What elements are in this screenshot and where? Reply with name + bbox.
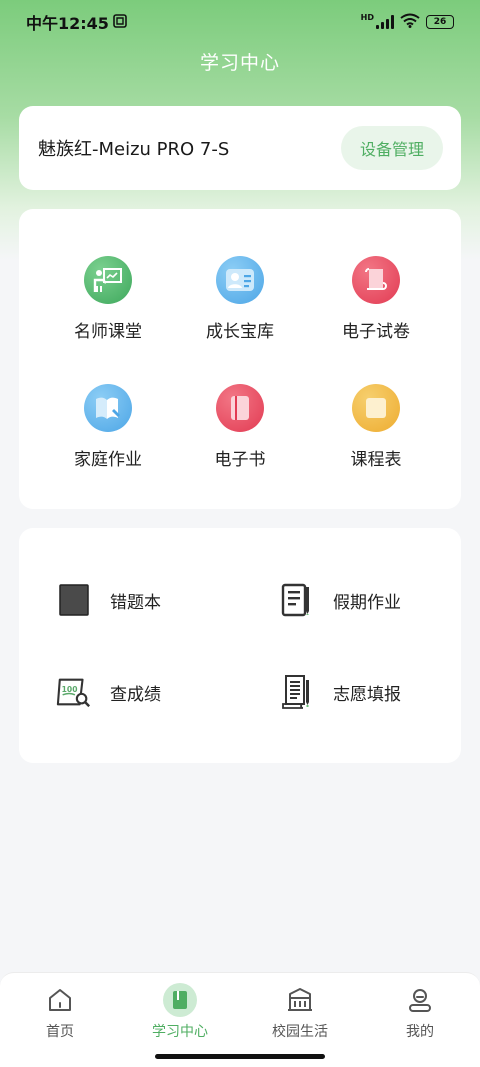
grid-item-teacher-class[interactable]: 名师课堂 (38, 256, 178, 356)
page-title: 学习中心 (199, 52, 280, 74)
list-item-check-scores[interactable]: 100 查成绩 (56, 672, 161, 712)
list-item-application[interactable]: 志愿填报 (279, 672, 401, 712)
user-icon (403, 983, 437, 1017)
list-label: 假期作业 (333, 592, 401, 613)
score-badge: 100 (62, 685, 78, 694)
document-pen-icon (279, 582, 315, 618)
network-label: HD (360, 12, 374, 22)
tab-home[interactable]: 首页 (0, 983, 120, 1043)
tab-label: 校园生活 (272, 1024, 328, 1040)
grid-item-e-paper[interactable]: 电子试卷 (306, 256, 446, 356)
feature-grid: 名师课堂 成长宝库 电子试卷 家庭作业 电子书 课程表 (19, 209, 461, 509)
tab-label: 学习中心 (152, 1024, 208, 1040)
score-search-icon: 100 (56, 674, 92, 710)
study-icon (163, 983, 197, 1017)
scroll-pen-icon (279, 674, 315, 710)
schedule-icon (352, 384, 400, 432)
bottom-tab-bar: 首页 学习中心 校园生活 我的 (0, 972, 480, 1067)
teacher-icon (84, 256, 132, 304)
home-indicator[interactable] (155, 1054, 325, 1059)
wifi-icon (400, 13, 420, 32)
list-item-wrong-questions[interactable]: 错题本 (56, 580, 161, 620)
profile-card-icon (216, 256, 264, 304)
tab-study-center[interactable]: 学习中心 (120, 983, 240, 1043)
list-label: 志愿填报 (333, 684, 401, 705)
grid-label: 成长宝库 (206, 322, 274, 342)
list-label: 查成绩 (110, 684, 161, 705)
grid-item-growth-library[interactable]: 成长宝库 (170, 256, 310, 356)
tab-profile[interactable]: 我的 (360, 983, 480, 1043)
device-manage-button[interactable]: 设备管理 (341, 126, 443, 170)
tab-label: 首页 (46, 1024, 74, 1040)
status-bar: 中午12:45 HD 26 (0, 0, 480, 44)
school-icon (283, 983, 317, 1017)
tab-campus-life[interactable]: 校园生活 (240, 983, 360, 1043)
tools-list: 错题本 假期作业 100 查成绩 志愿填报 (19, 528, 461, 763)
device-name: 魅族红-Meizu PRO 7-S (38, 139, 230, 160)
ebook-icon (216, 384, 264, 432)
device-card: 魅族红-Meizu PRO 7-S 设备管理 (19, 106, 461, 190)
notebook-icon (56, 582, 92, 618)
battery-icon: 26 (426, 15, 454, 29)
notification-icon (113, 13, 127, 32)
scroll-paper-icon (352, 256, 400, 304)
grid-label: 课程表 (350, 450, 402, 470)
grid-label: 电子试卷 (342, 322, 410, 342)
grid-label: 电子书 (214, 450, 266, 470)
grid-label: 名师课堂 (74, 322, 142, 342)
tab-label: 我的 (406, 1024, 434, 1040)
grid-label: 家庭作业 (74, 450, 142, 470)
list-item-holiday-homework[interactable]: 假期作业 (279, 580, 401, 620)
status-time: 中午12:45 (26, 14, 109, 33)
grid-item-schedule[interactable]: 课程表 (306, 384, 446, 484)
list-label: 错题本 (110, 592, 161, 613)
home-icon (43, 983, 77, 1017)
signal-icon (376, 15, 394, 29)
grid-item-homework[interactable]: 家庭作业 (38, 384, 178, 484)
grid-item-ebook[interactable]: 电子书 (170, 384, 310, 484)
book-pencil-icon (84, 384, 132, 432)
